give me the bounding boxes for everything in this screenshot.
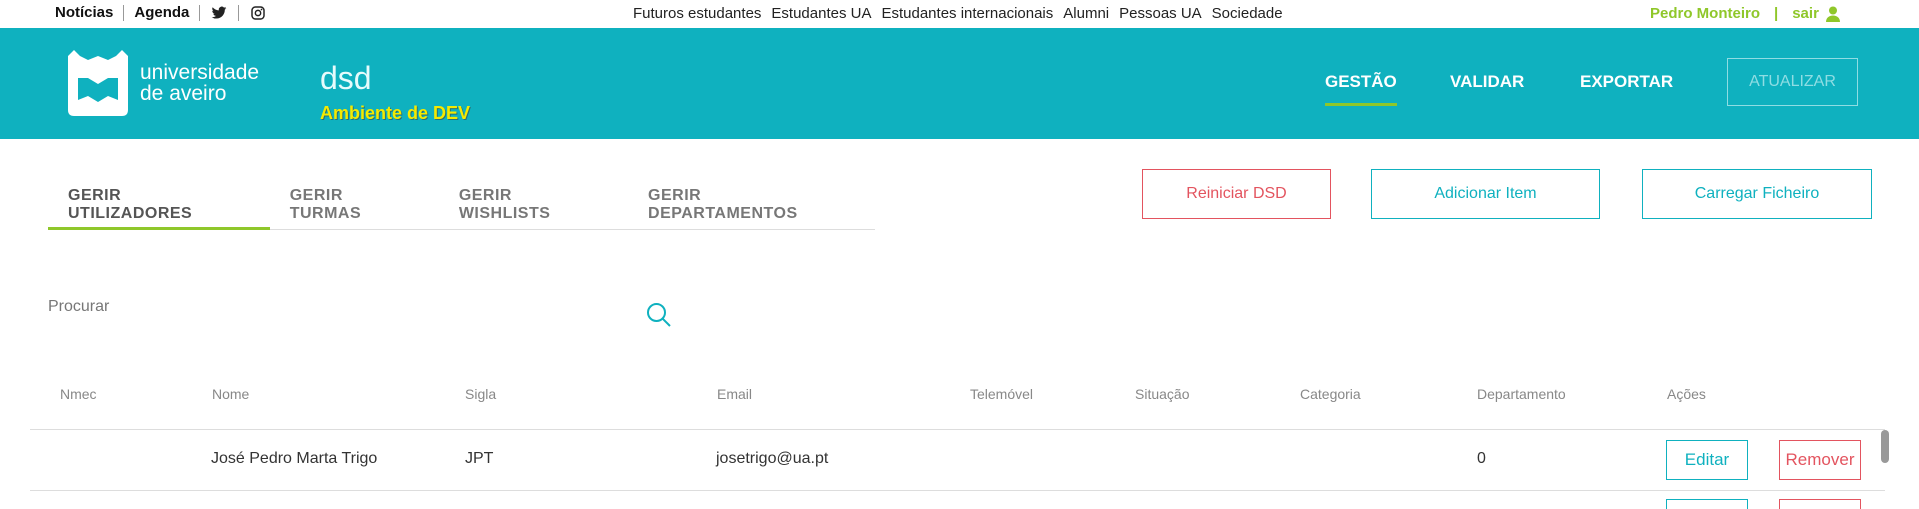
nav-validar[interactable]: VALIDAR: [1450, 72, 1524, 92]
col-email[interactable]: Email: [717, 386, 752, 402]
site-header: universidade de aveiro dsd Ambiente de D…: [0, 28, 1919, 139]
user-name[interactable]: Pedro Monteiro: [1650, 5, 1760, 22]
upload-file-button[interactable]: Carregar Ficheiro: [1642, 169, 1872, 219]
remove-button[interactable]: Remover: [1779, 440, 1861, 480]
top-bar-left: Notícias Agenda: [55, 5, 277, 21]
divider: [30, 490, 1885, 491]
tab-gerir-utilizadores[interactable]: GERIR UTILIZADORES: [48, 177, 270, 230]
scrollbar[interactable]: [1881, 430, 1889, 463]
divider: [30, 429, 1885, 430]
cell-nome: José Pedro Marta Trigo: [211, 450, 378, 467]
col-nome[interactable]: Nome: [212, 386, 249, 402]
tab-gerir-wishlists[interactable]: GERIR WISHLISTS: [439, 177, 628, 229]
user-menu: Pedro Monteiro | sair: [1650, 5, 1840, 22]
top-bar: Notícias Agenda Futuros estudantes Estud…: [0, 0, 1919, 28]
reset-dsd-button[interactable]: Reiniciar DSD: [1142, 169, 1331, 219]
search-bar: [48, 298, 672, 330]
link-noticias[interactable]: Notícias: [55, 5, 125, 21]
search-input[interactable]: [48, 298, 628, 316]
logout-link[interactable]: sair: [1792, 5, 1819, 22]
col-situacao[interactable]: Situação: [1135, 386, 1189, 402]
logo-line2: de aveiro: [140, 82, 227, 105]
col-categoria[interactable]: Categoria: [1300, 386, 1361, 402]
university-logo[interactable]: universidade de aveiro: [66, 50, 259, 116]
divider: [238, 5, 240, 21]
update-button[interactable]: ATUALIZAR: [1727, 58, 1858, 106]
link-sociedade[interactable]: Sociedade: [1212, 5, 1283, 22]
edit-button[interactable]: [1666, 499, 1748, 509]
app-title: dsd: [320, 60, 372, 96]
link-estudantes-ua[interactable]: Estudantes UA: [771, 5, 871, 22]
edit-button[interactable]: Editar: [1666, 440, 1748, 480]
col-telemovel[interactable]: Telemóvel: [970, 386, 1033, 402]
nav-exportar[interactable]: EXPORTAR: [1580, 72, 1673, 92]
link-estudantes-internacionais[interactable]: Estudantes internacionais: [881, 5, 1053, 22]
user-icon[interactable]: [1825, 6, 1840, 22]
instagram-icon[interactable]: [250, 5, 266, 21]
remove-button[interactable]: [1779, 499, 1861, 509]
management-tabs: GERIR UTILIZADORES GERIR TURMAS GERIR WI…: [48, 177, 875, 230]
col-nmec[interactable]: Nmec: [60, 386, 97, 402]
col-acoes: Ações: [1667, 386, 1706, 402]
twitter-icon[interactable]: [211, 5, 227, 21]
separator: |: [1774, 5, 1779, 22]
col-sigla[interactable]: Sigla: [465, 386, 496, 402]
link-agenda[interactable]: Agenda: [124, 5, 201, 21]
link-futuros-estudantes[interactable]: Futuros estudantes: [633, 5, 761, 22]
ua-logo-icon: [68, 50, 128, 116]
link-pessoas-ua[interactable]: Pessoas UA: [1119, 5, 1202, 22]
nav-gestao[interactable]: GESTÃO: [1325, 72, 1397, 106]
cell-email: josetrigo@ua.pt: [716, 450, 829, 467]
tab-gerir-turmas[interactable]: GERIR TURMAS: [270, 177, 439, 229]
cell-departamento: 0: [1477, 450, 1486, 467]
cell-sigla: JPT: [465, 450, 494, 467]
env-label: Ambiente de DEV: [320, 103, 471, 123]
link-alumni[interactable]: Alumni: [1063, 5, 1109, 22]
logo-text: universidade de aveiro: [140, 62, 259, 104]
tab-gerir-departamentos[interactable]: GERIR DEPARTAMENTOS: [628, 177, 875, 229]
add-item-button[interactable]: Adicionar Item: [1371, 169, 1600, 219]
search-icon[interactable]: [646, 302, 672, 328]
top-bar-center-links: Futuros estudantes Estudantes UA Estudan…: [633, 5, 1283, 22]
col-departamento[interactable]: Departamento: [1477, 386, 1566, 402]
logo-line1: universidade: [140, 61, 260, 84]
